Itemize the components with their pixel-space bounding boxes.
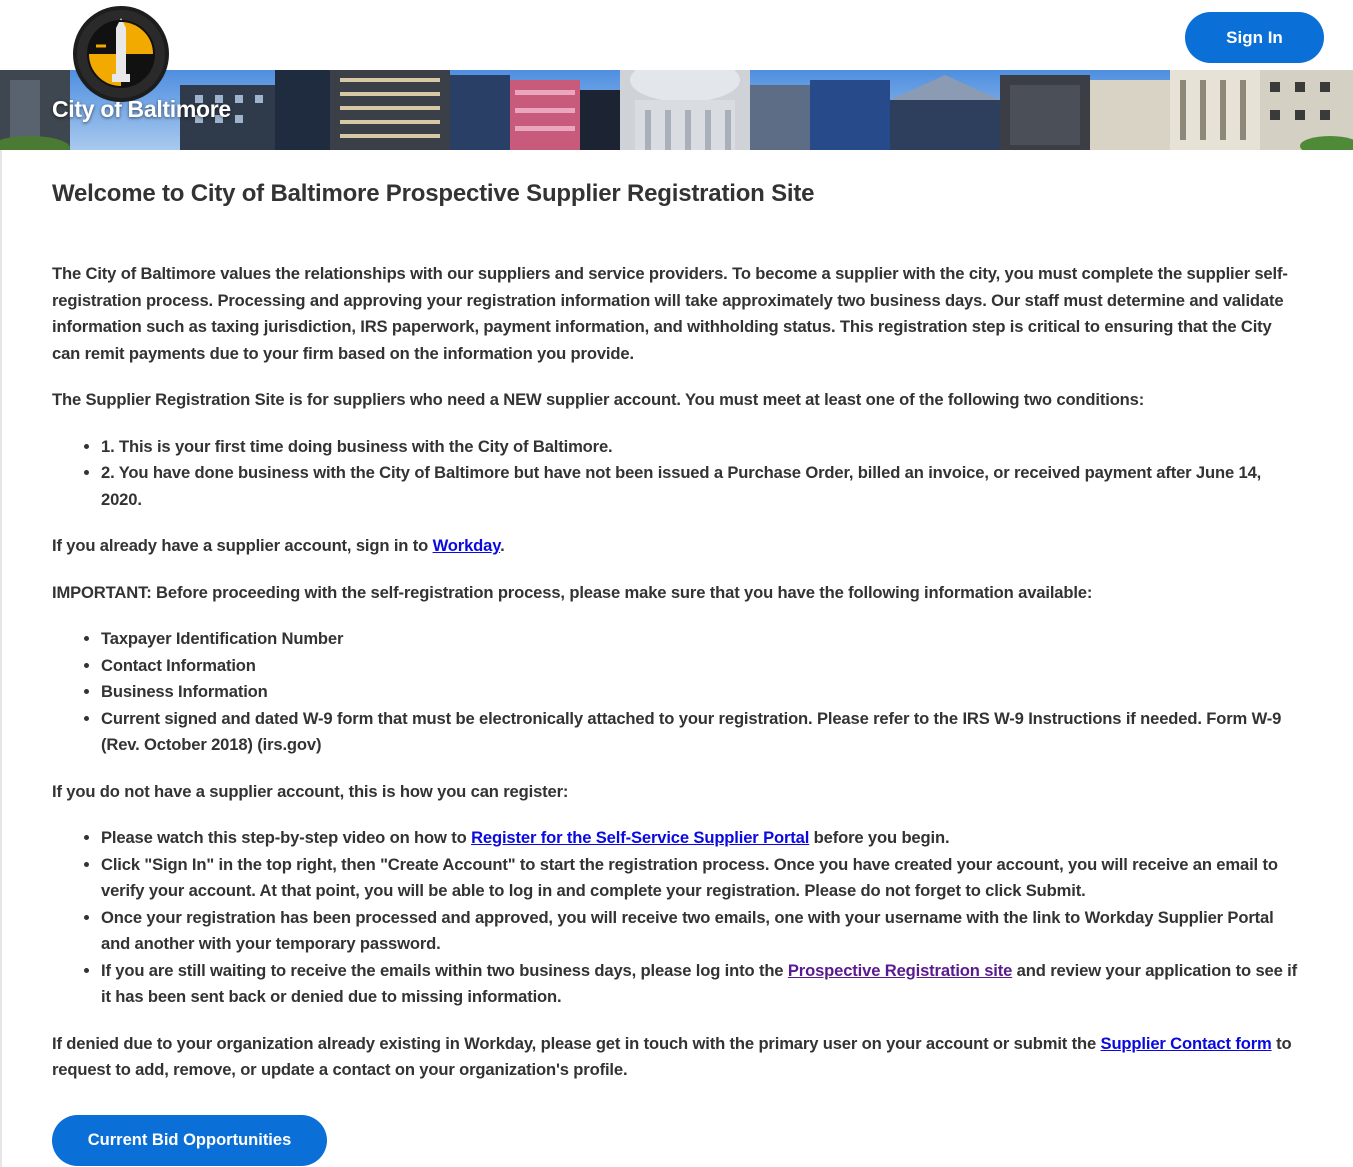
register-step-text: Please watch this step-by-step video on … — [101, 828, 472, 847]
denied-paragraph: If denied due to your organization alrea… — [52, 1031, 1297, 1084]
page-left-border — [0, 0, 2, 1167]
register-step: If you are still waiting to receive the … — [101, 958, 1297, 1011]
required-info-item: Taxpayer Identification Number — [101, 626, 1297, 653]
conditions-list: 1. This is your first time doing busines… — [52, 434, 1297, 514]
condition-item: 2. You have done business with the City … — [101, 460, 1297, 513]
prospective-registration-link[interactable]: Prospective Registration site — [788, 961, 1013, 980]
register-step-text: If you are still waiting to receive the … — [101, 960, 788, 980]
supplier-contact-form-link[interactable]: Supplier Contact form — [1101, 1034, 1272, 1053]
denied-text: If denied due to your organization alrea… — [52, 1033, 1101, 1053]
register-steps-list: Please watch this step-by-step video on … — [52, 825, 1297, 1011]
important-paragraph: IMPORTANT: Before proceeding with the se… — [52, 582, 1093, 602]
city-banner: City of Baltimore — [0, 70, 1353, 150]
existing-account-period: . — [500, 536, 505, 555]
register-step-text: before you begin. — [809, 828, 950, 847]
intro-paragraph: The City of Baltimore values the relatio… — [52, 264, 1288, 363]
sign-in-button[interactable]: Sign In — [1185, 12, 1324, 63]
register-step: Click "Sign In" in the top right, then "… — [101, 852, 1297, 905]
city-seal-logo — [73, 6, 169, 102]
required-info-item: Contact Information — [101, 653, 1297, 680]
required-info-item: Current signed and dated W-9 form that m… — [101, 706, 1297, 759]
conditions-intro: The Supplier Registration Site is for su… — [52, 390, 1145, 409]
required-info-list: Taxpayer Identification Number Contact I… — [52, 626, 1297, 759]
existing-account-paragraph: If you already have a supplier account, … — [52, 533, 1297, 560]
main-content: Welcome to City of Baltimore Prospective… — [52, 176, 1297, 1104]
register-step: Please watch this step-by-step video on … — [101, 825, 1297, 852]
register-video-link[interactable]: Register for the Self-Service Supplier P… — [471, 828, 809, 847]
register-step: Once your registration has been processe… — [101, 905, 1297, 958]
workday-link[interactable]: Workday — [433, 536, 501, 555]
current-bid-opportunities-button[interactable]: Current Bid Opportunities — [52, 1115, 327, 1166]
page-title: Welcome to City of Baltimore Prospective… — [52, 180, 815, 207]
register-intro: If you do not have a supplier account, t… — [52, 781, 569, 801]
condition-item: 1. This is your first time doing busines… — [101, 434, 1297, 461]
top-bar: Sign In — [0, 0, 1353, 70]
existing-account-text: If you already have a supplier account, … — [52, 536, 433, 555]
required-info-item: Business Information — [101, 679, 1297, 706]
